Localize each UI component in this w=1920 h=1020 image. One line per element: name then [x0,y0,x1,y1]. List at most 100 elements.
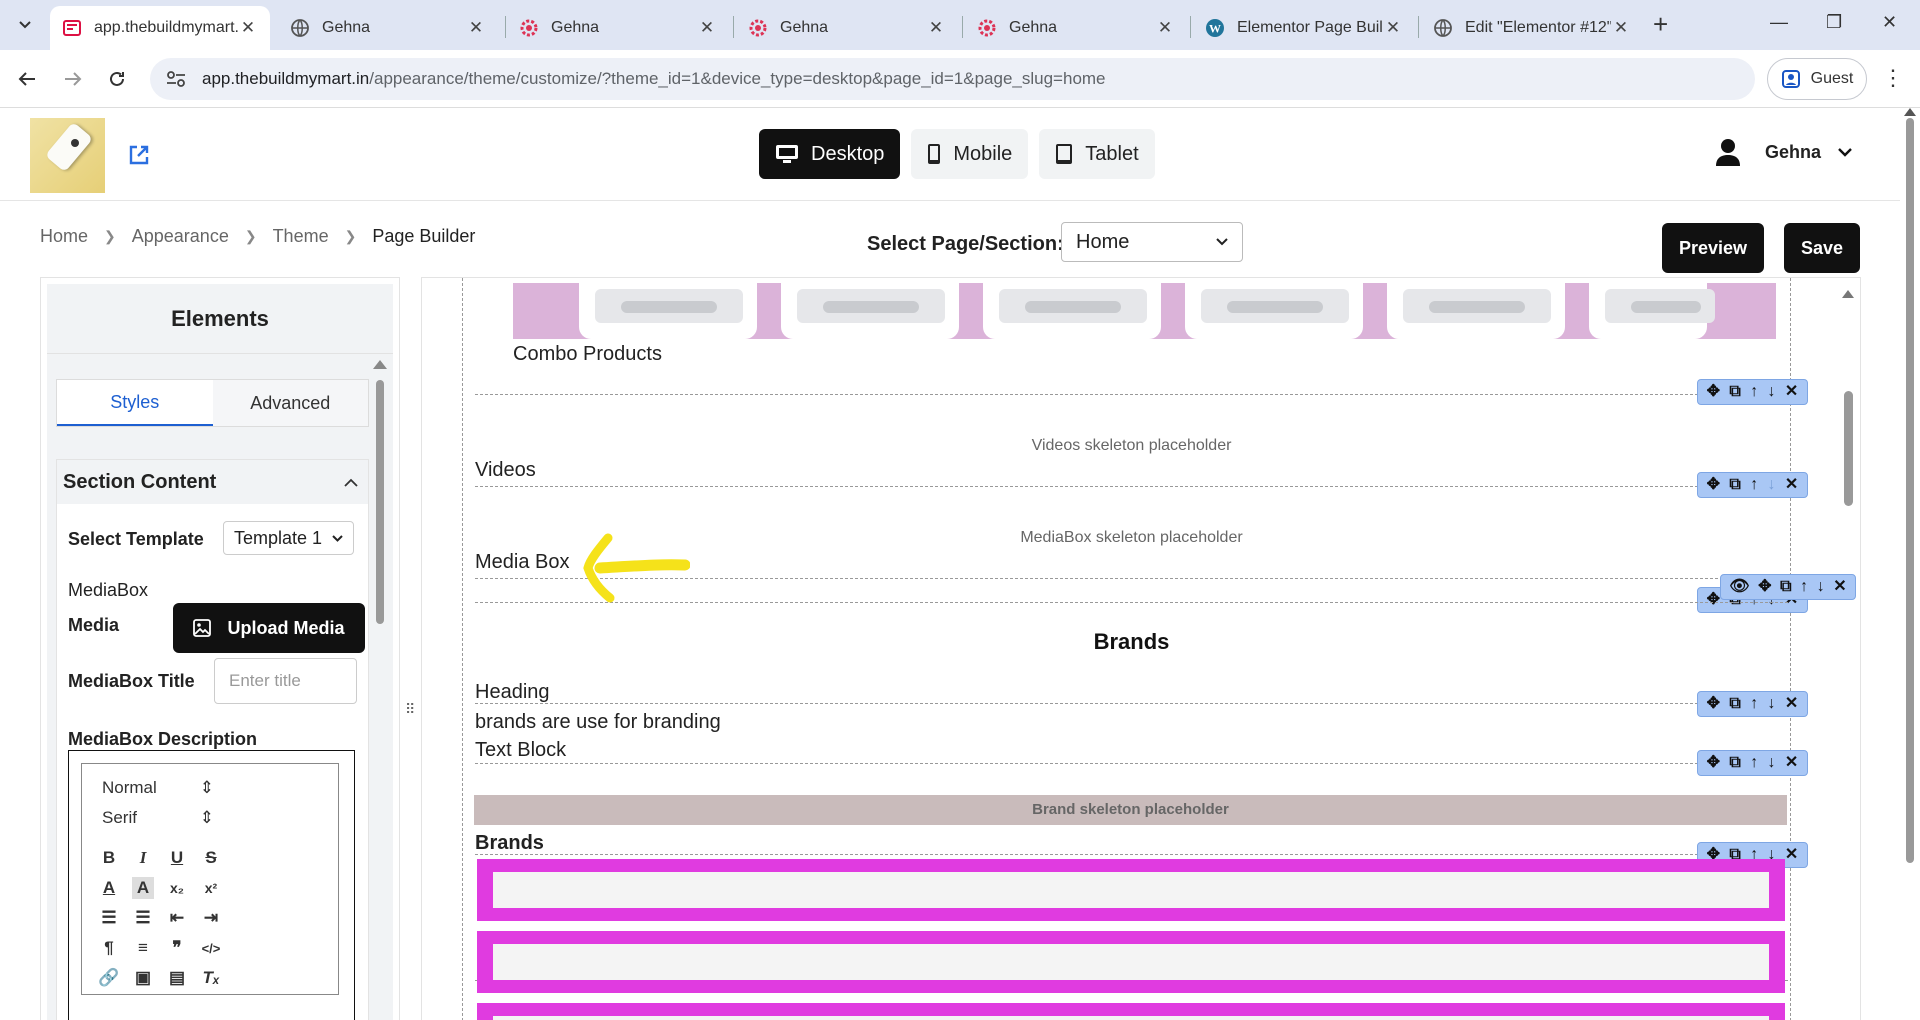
section-brands-group[interactable]: Brands Heading ✥ ⧉ ↑ ↓ ✕ brands are use for … [475,602,1808,981]
move-icon[interactable]: ✥ [1707,696,1720,712]
tab-close-icon[interactable]: ✕ [238,18,258,38]
arrow-up-icon[interactable]: ↑ [1800,579,1808,595]
italic-icon[interactable]: I [132,847,154,869]
device-desktop-button[interactable]: Desktop [759,129,901,179]
page-select[interactable]: Home [1061,222,1243,262]
blockquote-icon[interactable]: ❞ [166,937,188,959]
tab-close-icon[interactable]: ✕ [1611,18,1631,38]
tab-close-icon[interactable]: ✕ [1383,18,1403,38]
section-content-header[interactable]: Section Content [57,460,368,504]
browser-menu-icon[interactable]: ⋮ [1882,65,1904,91]
strike-icon[interactable]: S [200,847,222,869]
code-icon[interactable]: </> [200,937,222,959]
new-tab-button[interactable]: + [1653,11,1668,37]
user-name: Gehna [1765,141,1822,162]
text-color-icon[interactable]: A [98,877,120,899]
arrow-down-icon[interactable]: ↓ [1817,579,1825,595]
align-icon[interactable]: ≡ [132,937,154,959]
mediabox-description-label: MediaBox Description [68,729,258,749]
scroll-up-icon[interactable] [1904,108,1916,116]
external-link-icon[interactable] [128,144,150,166]
site-info-icon[interactable] [166,70,186,88]
minimize-button[interactable]: — [1770,12,1788,33]
back-button[interactable] [14,66,40,92]
tab-close-icon[interactable]: ✕ [1155,18,1175,38]
tab-gehna-4[interactable]: Gehna ✕ [965,6,1187,50]
upload-media-button[interactable]: Upload Media [173,603,365,653]
canvas-scroll-thumb[interactable] [1844,391,1853,506]
resize-handle-icon[interactable]: ⠿ [405,700,415,718]
editor-row-5: 🔗 ▣ ▤ Tₓ [98,967,222,989]
indent-icon[interactable]: ⇥ [200,907,222,929]
maximize-button[interactable]: ❐ [1826,12,1842,33]
close-icon[interactable]: ✕ [1785,755,1798,771]
video-insert-icon[interactable]: ▤ [166,967,188,989]
tab-advanced[interactable]: Advanced [213,380,369,426]
save-button[interactable]: Save [1784,223,1860,273]
close-window-button[interactable]: ✕ [1882,12,1897,33]
page-scroll-thumb[interactable] [1906,118,1914,863]
mediabox-title-input[interactable]: Enter title [214,658,357,704]
eye-icon[interactable]: 👁 [1729,579,1749,595]
scroll-up-icon[interactable] [373,360,387,369]
text-direction-icon[interactable]: ¶ [98,937,120,959]
tab-gehna-1[interactable]: Gehna ✕ [278,6,498,50]
user-menu[interactable]: Gehna [1715,138,1853,166]
bold-icon[interactable]: B [98,847,120,869]
scroll-up-icon[interactable] [1842,290,1854,298]
arrow-up-icon[interactable]: ↑ [1750,755,1758,771]
link-icon[interactable]: 🔗 [98,967,120,989]
profile-button[interactable]: Guest [1767,58,1867,100]
move-icon[interactable]: ✥ [1758,579,1771,595]
tab-search-button[interactable] [10,11,40,39]
background-color-icon[interactable]: A [132,877,154,899]
tab-elementor[interactable]: W Elementor Page Builder ✕ [1193,6,1415,50]
template-select[interactable]: Template 1 [223,521,354,555]
move-icon[interactable]: ✥ [1707,755,1720,771]
font-select[interactable]: Serif ⇕ [102,808,214,828]
tab-styles[interactable]: Styles [57,380,213,426]
arrow-down-icon[interactable]: ↓ [1768,696,1776,712]
mediabox-label: MediaBox [68,580,149,600]
tab-app[interactable]: app.thebuildmymart.in ✕ [50,6,270,50]
copy-icon[interactable]: ⧉ [1729,696,1740,712]
reload-button[interactable] [104,66,130,92]
superscript-icon[interactable]: x² [200,877,222,899]
arrow-up-icon[interactable]: ↑ [1750,696,1758,712]
subscript-icon[interactable]: x₂ [166,877,188,899]
panel-scroll-thumb[interactable] [376,380,384,624]
close-icon[interactable]: ✕ [1785,847,1798,863]
format-select[interactable]: Normal ⇕ [102,778,214,798]
canvas-scrollbar[interactable] [1836,278,1860,1020]
tab-close-icon[interactable]: ✕ [466,18,486,38]
template-value: Template 1 [234,527,323,548]
tab-close-icon[interactable]: ✕ [926,18,946,38]
tab-gehna-3[interactable]: Gehna ✕ [736,6,958,50]
preview-button[interactable]: Preview [1662,223,1764,273]
bullet-list-icon[interactable]: ☰ [132,907,154,929]
section-videos[interactable]: Videos skeleton placeholder Videos ✥ ⧉ ↑ ↓ ✕ [475,395,1808,498]
device-mobile-button[interactable]: Mobile [911,129,1029,179]
section-combo-products[interactable]: Combo Products ✥ ⧉ ↑ ↓ ✕ [475,278,1808,405]
breadcrumb-home[interactable]: Home [40,226,88,247]
outdent-icon[interactable]: ⇤ [166,907,188,929]
address-bar[interactable]: app.thebuildmymart.in/appearance/theme/c… [150,58,1755,100]
store-logo[interactable] [30,118,105,193]
clear-format-icon[interactable]: Tₓ [200,967,222,989]
device-tablet-button[interactable]: Tablet [1039,129,1155,179]
tab-edit-elementor[interactable]: Edit "Elementor #12" ✕ [1421,6,1643,50]
close-icon[interactable]: ✕ [1785,696,1798,712]
underline-icon[interactable]: U [166,847,188,869]
tab-close-icon[interactable]: ✕ [697,18,717,38]
breadcrumb-theme[interactable]: Theme [273,226,329,247]
ordered-list-icon[interactable]: ☰ [98,907,120,929]
copy-icon[interactable]: ⧉ [1729,755,1740,771]
panel-scrollbar[interactable] [370,360,387,1020]
image-insert-icon[interactable]: ▣ [132,967,154,989]
forward-button[interactable] [60,66,86,92]
tab-gehna-2[interactable]: Gehna ✕ [507,6,729,50]
breadcrumb-appearance[interactable]: Appearance [132,226,229,247]
page-scrollbar[interactable] [1900,108,1920,1020]
copy-icon[interactable]: ⧉ [1780,579,1791,595]
arrow-down-icon[interactable]: ↓ [1768,755,1776,771]
